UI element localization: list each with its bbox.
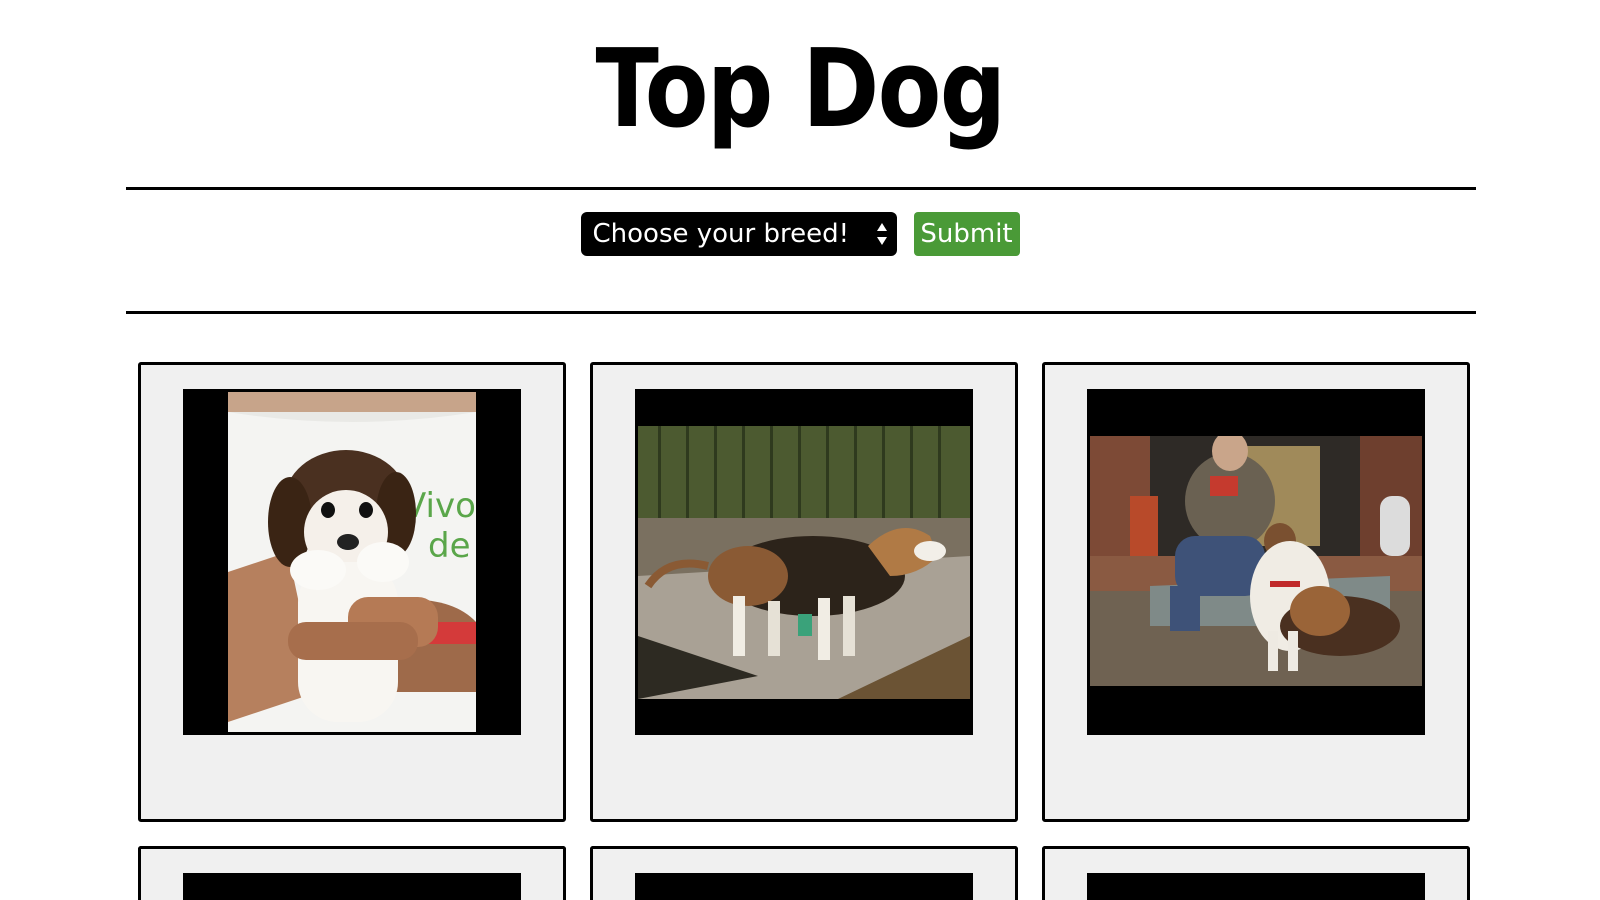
photo-frame: Vivo de xyxy=(183,389,521,735)
bottom-divider xyxy=(126,311,1476,314)
photo-frame xyxy=(635,389,973,735)
dog-card[interactable] xyxy=(590,362,1018,822)
dog-photo xyxy=(183,873,521,900)
page: Top Dog Choose your breed! Submit Vivo d… xyxy=(0,0,1600,900)
beagle-puppy-held-photo: Vivo de xyxy=(228,392,476,732)
breed-select-value: Choose your breed! xyxy=(592,219,850,249)
submit-button[interactable]: Submit xyxy=(913,212,1020,256)
breed-form: Choose your breed! Submit xyxy=(0,212,1600,256)
dog-card[interactable] xyxy=(590,846,1018,900)
dog-photo xyxy=(1087,873,1425,900)
svg-text:de: de xyxy=(428,526,471,566)
beagle-with-man-fireplace-photo xyxy=(1090,436,1422,686)
dog-card[interactable] xyxy=(1042,362,1470,822)
dog-card[interactable] xyxy=(138,846,566,900)
site-title: Top Dog xyxy=(595,27,1006,152)
top-divider xyxy=(126,187,1476,190)
select-arrows-icon xyxy=(875,221,889,247)
dog-photo xyxy=(635,873,973,900)
breed-select[interactable]: Choose your breed! xyxy=(580,212,897,256)
beagle-by-fence-photo xyxy=(638,426,970,699)
dog-card[interactable] xyxy=(1042,846,1470,900)
dog-card[interactable]: Vivo de xyxy=(138,362,566,822)
photo-frame xyxy=(1087,389,1425,735)
